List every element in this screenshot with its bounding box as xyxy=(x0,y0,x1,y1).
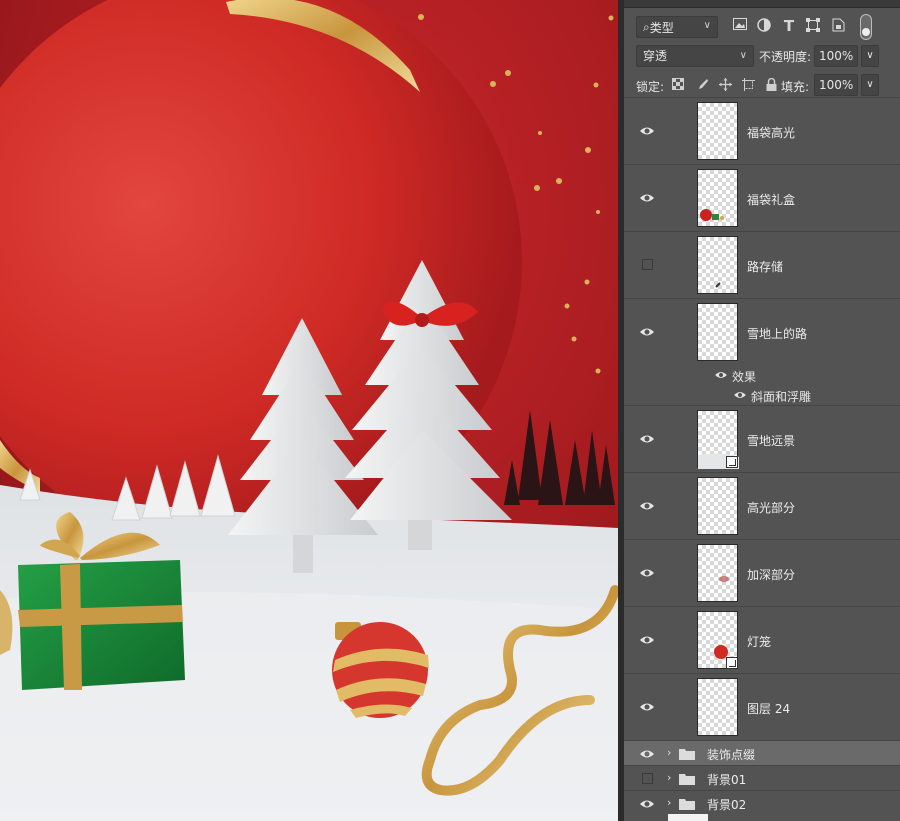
layer-row[interactable]: 福袋礼盒 xyxy=(624,164,900,231)
layer-row[interactable]: 高光部分 xyxy=(624,472,900,539)
effects-eye-icon[interactable] xyxy=(714,370,728,380)
layer-row[interactable]: 加深部分 xyxy=(624,539,900,606)
layer-group-row[interactable]: › 背景02 xyxy=(624,790,900,815)
fill-label: 填充: xyxy=(781,80,810,94)
christmas-artwork xyxy=(0,0,618,821)
layer-group-row[interactable]: › 背景01 xyxy=(624,765,900,790)
visibility-eye-icon[interactable] xyxy=(639,125,655,137)
type-filter-icon[interactable]: T xyxy=(781,18,797,34)
lock-transparent-pixels-icon[interactable] xyxy=(671,78,685,92)
fill-input[interactable]: 100% xyxy=(814,74,858,96)
layer-row[interactable]: 图层 24 xyxy=(624,673,900,740)
layer-name: 雪地远景 xyxy=(747,434,796,448)
lock-image-pixels-icon[interactable] xyxy=(695,78,709,92)
visibility-eye-icon[interactable] xyxy=(639,433,655,445)
filter-type-label: 类型 xyxy=(649,20,674,35)
layer-thumbnail xyxy=(697,303,738,361)
layer-thumbnail xyxy=(697,477,738,535)
layer-thumbnail xyxy=(697,544,738,602)
blend-mode-value: 穿透 xyxy=(643,49,668,63)
layer-thumbnail xyxy=(697,102,738,160)
folder-icon xyxy=(679,774,695,785)
expand-arrow-icon[interactable]: › xyxy=(667,746,671,759)
layer-group-row[interactable]: › 装饰点缀 xyxy=(624,740,900,765)
visibility-eye-icon[interactable] xyxy=(639,567,655,579)
opacity-label: 不透明度: xyxy=(759,50,812,64)
chevron-down-icon: ∨ xyxy=(703,20,711,31)
layer-filter-dropdown[interactable]: ⌕ 类型 ∨ xyxy=(636,16,718,38)
group-name: 背景01 xyxy=(707,773,747,787)
visibility-eye-icon[interactable] xyxy=(639,192,655,204)
layer-name: 雪地上的路 xyxy=(747,327,808,341)
visibility-eye-icon[interactable] xyxy=(639,500,655,512)
effect-item-row[interactable]: 斜面和浮雕 xyxy=(624,385,900,405)
filter-toggle-switch[interactable] xyxy=(860,14,872,40)
layer-thumbnail xyxy=(697,236,738,294)
layer-name: 图层 24 xyxy=(747,702,791,716)
layer-thumbnail xyxy=(697,678,738,736)
layer-list: 福袋高光 福袋礼盒 路存储 雪地上的路 效果 斜面和浮雕 雪地远景 高光部分 加… xyxy=(624,97,900,815)
visibility-eye-icon[interactable] xyxy=(639,748,655,760)
smartobject-filter-icon[interactable] xyxy=(830,18,846,34)
layer-row[interactable]: 福袋高光 xyxy=(624,97,900,164)
lock-all-icon[interactable] xyxy=(764,77,778,92)
image-filter-icon[interactable] xyxy=(732,18,748,34)
shape-filter-icon[interactable] xyxy=(805,18,821,34)
folder-icon xyxy=(679,799,695,810)
group-name: 装饰点缀 xyxy=(707,748,756,762)
layer-row[interactable]: 雪地上的路 xyxy=(624,298,900,365)
folder-icon xyxy=(679,749,695,760)
layer-row[interactable]: 灯笼 xyxy=(624,606,900,673)
layer-name: 福袋高光 xyxy=(747,126,796,140)
layer-row[interactable]: 雪地远景 xyxy=(624,405,900,472)
opacity-dropdown-button[interactable]: ∨ xyxy=(861,45,879,67)
document-canvas[interactable] xyxy=(0,0,618,821)
partial-layer-thumbnail xyxy=(668,814,708,821)
smart-object-badge-icon xyxy=(726,657,738,669)
gift-thumb-art xyxy=(700,209,724,221)
opacity-input[interactable]: 100% xyxy=(814,45,858,67)
layer-thumbnail xyxy=(697,169,738,227)
visibility-off-toggle[interactable] xyxy=(642,259,653,270)
layers-panel: ⌕ 类型 ∨ T 穿透 ∨ 不透明度: 100% ∨ 锁定: 填充: 100% … xyxy=(624,0,900,821)
blot-thumb-art xyxy=(719,576,729,582)
layer-name: 路存储 xyxy=(747,260,784,274)
visibility-eye-icon[interactable] xyxy=(639,798,655,810)
layer-name: 灯笼 xyxy=(747,635,772,649)
visibility-eye-icon[interactable] xyxy=(639,326,655,338)
panel-tab-strip xyxy=(624,0,900,8)
blend-mode-dropdown[interactable]: 穿透 ∨ xyxy=(636,45,754,67)
visibility-eye-icon[interactable] xyxy=(639,701,655,713)
fill-dropdown-button[interactable]: ∨ xyxy=(861,74,879,96)
layer-name: 福袋礼盒 xyxy=(747,193,796,207)
visibility-eye-icon[interactable] xyxy=(639,634,655,646)
lock-artboard-icon[interactable] xyxy=(741,78,755,92)
group-name: 背景02 xyxy=(707,798,747,812)
layer-thumbnail xyxy=(697,611,738,669)
chevron-down-icon: ∨ xyxy=(739,50,747,61)
expand-arrow-icon[interactable]: › xyxy=(667,771,671,784)
adjustment-filter-icon[interactable] xyxy=(756,18,772,34)
layer-name: 高光部分 xyxy=(747,501,796,515)
smart-object-badge-icon xyxy=(726,456,738,468)
effect-eye-icon[interactable] xyxy=(733,390,747,400)
lock-label: 锁定: xyxy=(636,80,665,94)
expand-arrow-icon[interactable]: › xyxy=(667,796,671,809)
lock-position-icon[interactable] xyxy=(718,78,732,92)
effect-name: 斜面和浮雕 xyxy=(751,390,812,404)
layer-thumbnail xyxy=(697,410,739,469)
effects-label: 效果 xyxy=(732,370,757,384)
path-thumb-art xyxy=(715,282,721,288)
visibility-off-toggle[interactable] xyxy=(642,773,653,784)
layer-name: 加深部分 xyxy=(747,568,796,582)
layer-effects-row[interactable]: 效果 xyxy=(624,365,900,385)
search-icon: ⌕ xyxy=(643,19,650,34)
layer-row[interactable]: 路存储 xyxy=(624,231,900,298)
